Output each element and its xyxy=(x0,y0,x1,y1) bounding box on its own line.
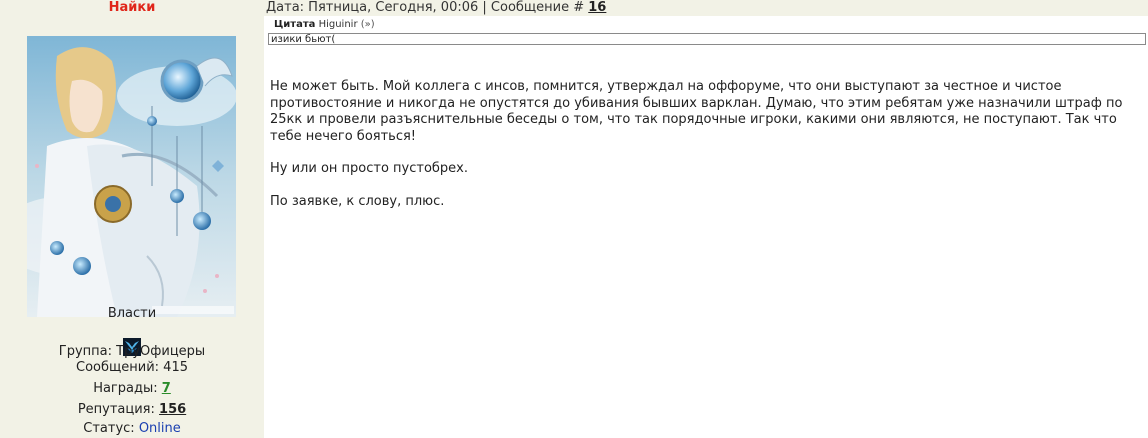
quote-block: изики бьют( xyxy=(268,33,1146,45)
reputation-label: Репутация: xyxy=(77,402,155,417)
status-label: Статус: xyxy=(83,421,135,436)
quote-source-link[interactable]: (») xyxy=(361,19,375,30)
post-paragraph: По заявке, к слову, плюс. xyxy=(270,193,445,209)
post-body: Не может быть. Мой коллега с инсов, помн… xyxy=(270,79,1138,226)
fantasy-portrait-avatar-icon xyxy=(27,36,236,317)
avatar xyxy=(27,36,236,317)
awards-label: Награды: xyxy=(93,381,158,396)
reputation-link[interactable]: 156 xyxy=(159,402,186,417)
reputation-line: Репутация: 156 xyxy=(0,402,264,418)
group-value: ТруОфицеры xyxy=(116,344,206,359)
status-line: Статус: Online xyxy=(0,421,264,437)
quote-author: Higuinir xyxy=(318,19,358,30)
post-paragraph: Не может быть. Мой коллега с инсов, помн… xyxy=(270,79,1123,144)
post-meta: Дата: Пятница, Сегодня, 00:06 | Сообщени… xyxy=(266,0,606,16)
post-number-link[interactable]: 16 xyxy=(588,0,606,15)
posts-label: Сообщений: xyxy=(76,360,160,375)
quote-header: Цитата Higuinir (») xyxy=(274,19,375,30)
quote-label: Цитата xyxy=(274,19,316,30)
posts-line: Сообщений: 415 xyxy=(0,360,264,376)
post-paragraph: Ну или он просто пустобрех. xyxy=(270,161,468,176)
group-label: Группа: xyxy=(58,344,113,359)
post-date: Дата: Пятница, Сегодня, 00:06 | Сообщени… xyxy=(266,0,589,15)
author-sidebar: Власти Группа: ТруОфицеры Сообщений: 415… xyxy=(0,16,264,438)
author-name[interactable]: Найки xyxy=(0,0,264,16)
group-line: Группа: ТруОфицеры xyxy=(0,344,264,360)
rank-title: Власти xyxy=(107,306,157,321)
awards-line: Награды: 7 xyxy=(0,381,264,397)
posts-count: 415 xyxy=(163,360,188,375)
awards-link[interactable]: 7 xyxy=(162,381,171,396)
status-badge: Online xyxy=(138,421,181,436)
